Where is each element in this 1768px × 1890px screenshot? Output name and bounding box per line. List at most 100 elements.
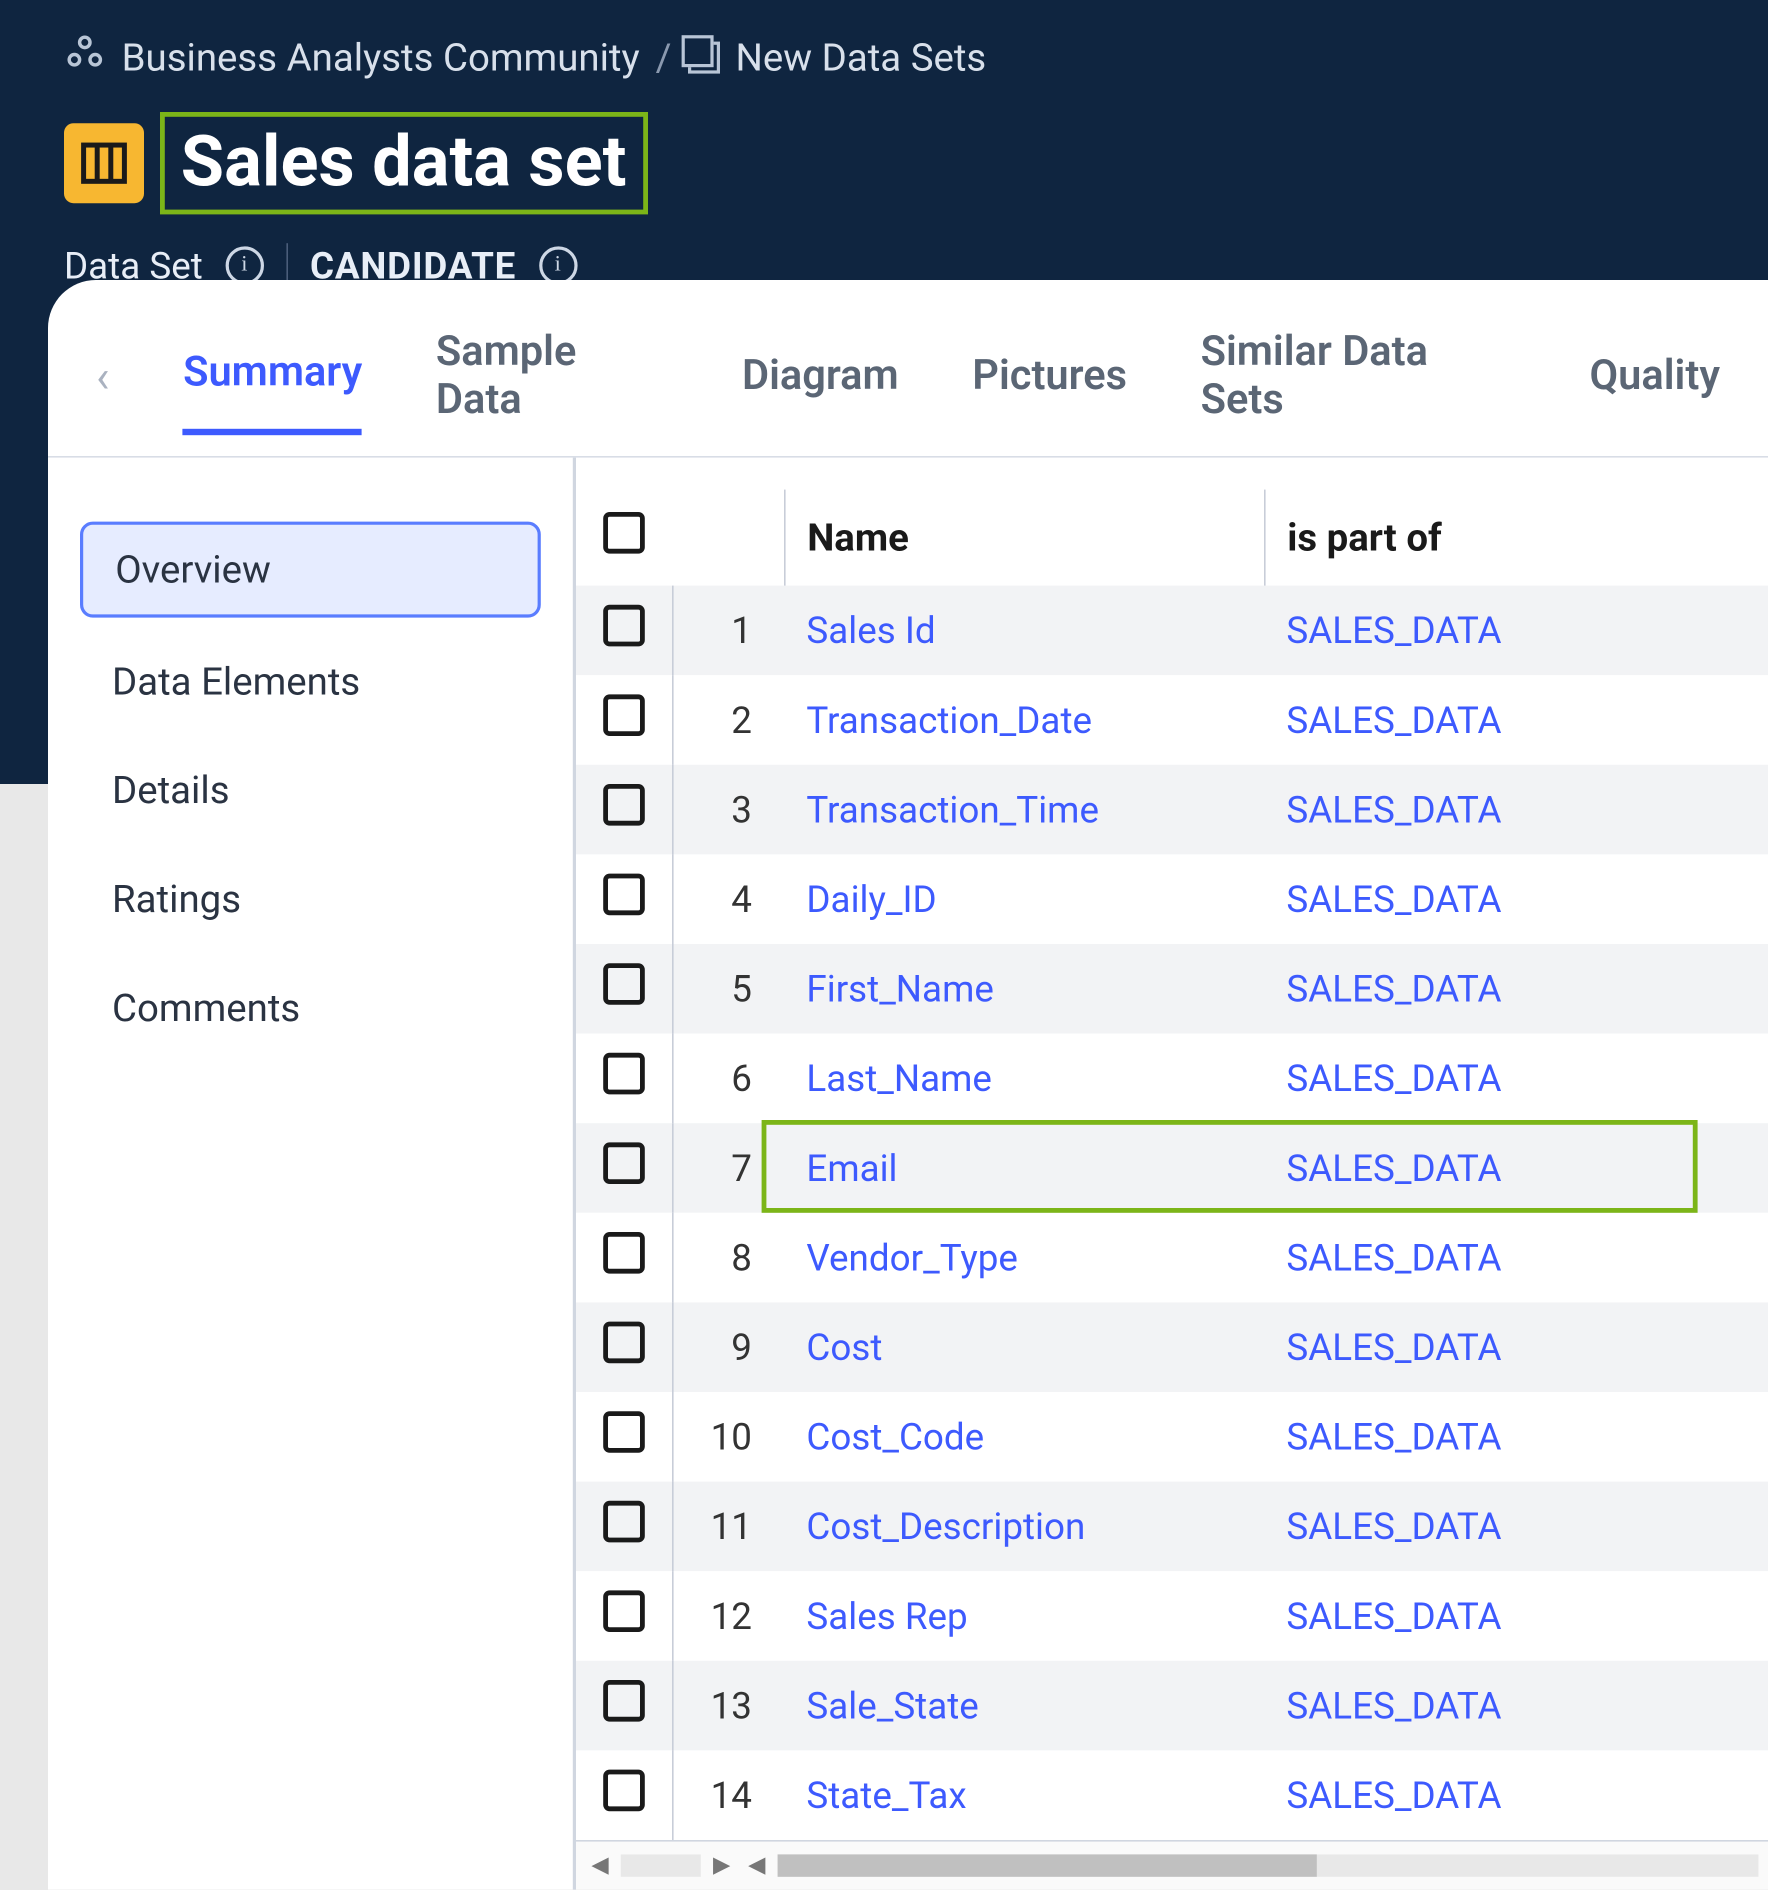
scroll-left-icon[interactable]: ◀ bbox=[586, 1851, 615, 1880]
table-row[interactable]: 14 State_Tax SALES_DATA bbox=[576, 1750, 1768, 1840]
row-checkbox[interactable] bbox=[603, 1680, 645, 1722]
part-of-link[interactable]: SALES_DATA bbox=[1286, 1774, 1501, 1817]
data-elements-table: Name is part of 1 Sales Id SALES_DATA 2 Tran… bbox=[576, 490, 1768, 1840]
scroll-right-icon[interactable]: ▶ bbox=[707, 1851, 736, 1880]
breadcrumb-root-link[interactable]: Business Analysts Community bbox=[122, 35, 640, 80]
row-checkbox[interactable] bbox=[603, 874, 645, 916]
tab-diagram[interactable]: Diagram bbox=[742, 352, 899, 432]
table-row[interactable]: 6 Last_Name SALES_DATA bbox=[576, 1034, 1768, 1124]
row-number: 4 bbox=[672, 854, 784, 944]
row-checkbox[interactable] bbox=[603, 1411, 645, 1453]
part-of-link[interactable]: SALES_DATA bbox=[1286, 698, 1501, 741]
sidebar: Overview Data Elements Details Ratings C… bbox=[48, 458, 576, 1890]
content-panel: ‹ Summary Sample Data Diagram Pictures S… bbox=[48, 280, 1768, 1890]
table-row[interactable]: 5First_NameSALES_DATA bbox=[576, 944, 1768, 1034]
scroll-track-small[interactable] bbox=[621, 1854, 701, 1876]
row-number: 10 bbox=[672, 1392, 784, 1482]
column-header-part-of[interactable]: is part of bbox=[1264, 490, 1768, 586]
part-of-link[interactable]: SALES_DATA bbox=[1286, 967, 1501, 1010]
element-name-link[interactable]: Vendor_Type bbox=[806, 1236, 1018, 1279]
part-of-link[interactable]: SALES_DATA bbox=[1286, 1326, 1501, 1369]
row-number: 1 bbox=[672, 586, 784, 676]
row-checkbox[interactable] bbox=[603, 605, 645, 647]
table-row[interactable]: 9 Cost SALES_DATA bbox=[576, 1302, 1768, 1392]
row-number: 2 bbox=[672, 675, 784, 765]
row-checkbox[interactable] bbox=[603, 1142, 645, 1184]
row-checkbox[interactable] bbox=[603, 1322, 645, 1364]
row-checkbox[interactable] bbox=[603, 694, 645, 736]
element-name-link[interactable]: Transaction_Time bbox=[806, 788, 1099, 831]
row-checkbox[interactable] bbox=[603, 784, 645, 826]
table-row[interactable]: 4 Daily_ID SALES_DATA bbox=[576, 854, 1768, 944]
scroll-track[interactable] bbox=[778, 1854, 1759, 1876]
tab-quality[interactable]: Quality bbox=[1590, 352, 1721, 432]
element-name-link[interactable]: Cost_Description bbox=[806, 1505, 1085, 1548]
row-number: 13 bbox=[672, 1661, 784, 1751]
part-of-link[interactable]: SALES_DATA bbox=[1286, 1505, 1501, 1548]
tab-summary[interactable]: Summary bbox=[183, 349, 362, 435]
table-row[interactable]: 13 Sale_State SALES_DATA bbox=[576, 1661, 1768, 1751]
part-of-link[interactable]: SALES_DATA bbox=[1286, 609, 1501, 652]
table-row[interactable]: 3 Transaction_Time SALES_DATA bbox=[576, 765, 1768, 855]
row-checkbox[interactable] bbox=[603, 1590, 645, 1632]
element-name-link[interactable]: Email bbox=[806, 1146, 897, 1189]
part-of-link[interactable]: SALES_DATA bbox=[1286, 788, 1501, 831]
row-number: 8 bbox=[672, 1213, 784, 1303]
element-name-link[interactable]: State_Tax bbox=[806, 1774, 966, 1817]
element-name-link[interactable]: Daily_ID bbox=[806, 878, 936, 921]
part-of-link[interactable]: SALES_DATA bbox=[1286, 878, 1501, 921]
sidebar-item-comments[interactable]: Comments bbox=[80, 963, 541, 1053]
row-number: 11 bbox=[672, 1482, 784, 1572]
part-of-link[interactable]: SALES_DATA bbox=[1286, 1236, 1501, 1279]
part-of-link[interactable]: SALES_DATA bbox=[1286, 1594, 1501, 1637]
breadcrumb: Business Analysts Community / New Data S… bbox=[64, 32, 1704, 83]
dataset-collection-icon bbox=[688, 42, 720, 74]
element-name-link[interactable]: Sales Id bbox=[806, 609, 935, 652]
part-of-link[interactable]: SALES_DATA bbox=[1286, 1057, 1501, 1100]
row-checkbox[interactable] bbox=[603, 1053, 645, 1095]
sidebar-item-details[interactable]: Details bbox=[80, 746, 541, 836]
sidebar-item-ratings[interactable]: Ratings bbox=[80, 854, 541, 944]
table-row[interactable]: 12 Sales Rep SALES_DATA bbox=[576, 1571, 1768, 1661]
element-name-link[interactable]: Last_Name bbox=[806, 1057, 992, 1100]
table-row[interactable]: 11 Cost_Description SALES_DATA bbox=[576, 1482, 1768, 1572]
element-name-link[interactable]: Cost bbox=[806, 1326, 882, 1369]
element-name-link[interactable]: Sales Rep bbox=[806, 1594, 967, 1637]
row-number: 14 bbox=[672, 1750, 784, 1840]
table-row[interactable]: 8 Vendor_Type SALES_DATA bbox=[576, 1213, 1768, 1303]
sidebar-item-data-elements[interactable]: Data Elements bbox=[80, 637, 541, 727]
sidebar-item-overview[interactable]: Overview bbox=[80, 522, 541, 618]
breadcrumb-current-link[interactable]: New Data Sets bbox=[736, 35, 987, 80]
row-number: 9 bbox=[672, 1302, 784, 1392]
row-number: 12 bbox=[672, 1571, 784, 1661]
row-checkbox[interactable] bbox=[603, 1501, 645, 1543]
table-row[interactable]: 1 Sales Id SALES_DATA bbox=[576, 586, 1768, 676]
row-checkbox[interactable] bbox=[603, 1232, 645, 1274]
table-row[interactable]: 2 Transaction_Date SALES_DATA bbox=[576, 675, 1768, 765]
row-checkbox[interactable] bbox=[603, 1770, 645, 1812]
scroll-thumb[interactable] bbox=[778, 1854, 1317, 1876]
row-number: 7 bbox=[672, 1123, 784, 1213]
row-number: 6 bbox=[672, 1034, 784, 1124]
column-header-name[interactable]: Name bbox=[784, 490, 1264, 586]
element-name-link[interactable]: Cost_Code bbox=[806, 1415, 984, 1458]
community-icon bbox=[64, 32, 106, 83]
table-row[interactable]: 7 Email SALES_DATA bbox=[576, 1123, 1768, 1213]
tab-pictures[interactable]: Pictures bbox=[972, 352, 1127, 432]
element-name-link[interactable]: First_Name bbox=[806, 967, 993, 1010]
dataset-table-icon bbox=[64, 123, 144, 203]
row-checkbox[interactable] bbox=[603, 963, 645, 1005]
scroll-left-icon[interactable]: ◀ bbox=[742, 1851, 771, 1880]
part-of-link[interactable]: SALES_DATA bbox=[1286, 1146, 1501, 1189]
tabs-scroll-left[interactable]: ‹ bbox=[96, 350, 109, 435]
tab-similar-data-sets[interactable]: Similar Data Sets bbox=[1201, 328, 1516, 456]
select-all-checkbox[interactable] bbox=[603, 512, 645, 554]
horizontal-scrollbar[interactable]: ◀ ▶ ◀ bbox=[576, 1840, 1768, 1890]
element-name-link[interactable]: Sale_State bbox=[806, 1684, 978, 1727]
part-of-link[interactable]: SALES_DATA bbox=[1286, 1415, 1501, 1458]
table-row[interactable]: 10 Cost_Code SALES_DATA bbox=[576, 1392, 1768, 1482]
tab-sample-data[interactable]: Sample Data bbox=[436, 328, 668, 456]
element-name-link[interactable]: Transaction_Date bbox=[806, 698, 1092, 741]
row-number: 3 bbox=[672, 765, 784, 855]
part-of-link[interactable]: SALES_DATA bbox=[1286, 1684, 1501, 1727]
